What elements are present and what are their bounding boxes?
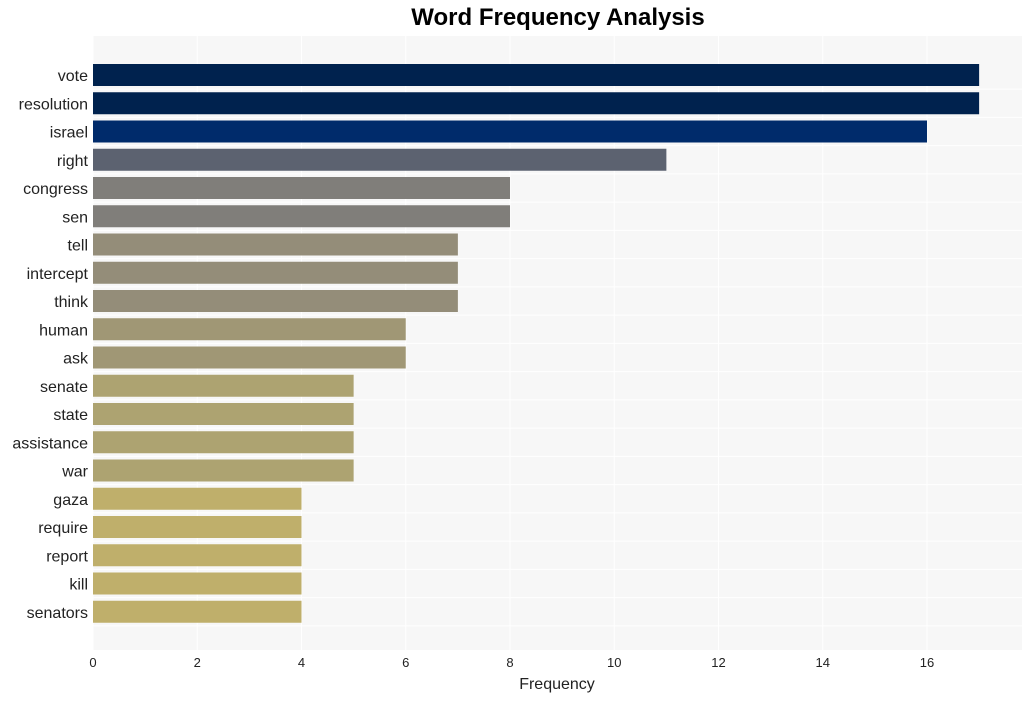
bar-senate [93,374,354,397]
y-tick-label-vote: vote [58,68,88,85]
bar-congress [93,177,510,199]
y-tick-label-war: war [61,464,88,481]
bar-senators [93,600,302,623]
y-tick-label-require: require [38,520,88,537]
bar-gaza [93,487,302,510]
y-tick-label-ask: ask [63,351,89,368]
x-tick-label-6: 6 [402,655,409,670]
bar-sen [93,205,510,228]
bar-israel [93,120,927,143]
y-tick-label-report: report [46,548,88,565]
bar-chart: vote resolution israel right congress sen tell… [12,36,1022,693]
bar-right [93,148,667,171]
x-axis-label: Frequency [519,676,595,693]
y-tick-label-think: think [54,294,89,311]
y-tick-label-tell: tell [68,238,88,255]
y-tick-label-sen: sen [62,209,88,226]
y-tick-label-israel: israel [50,125,88,142]
x-tick-label-0: 0 [89,655,96,670]
y-tick-label-kill: kill [69,577,88,594]
bar-assistance [93,431,354,454]
y-tick-label-congress: congress [23,181,88,198]
x-tick-label-4: 4 [298,655,305,670]
y-tick-label-right: right [57,153,89,170]
y-tick-label-senate: senate [40,379,88,396]
bar-think [93,290,458,312]
bar-war [93,459,354,482]
y-tick-label-intercept: intercept [27,266,89,283]
bar-require [93,516,302,538]
bar-intercept [93,261,458,284]
y-tick-label-gaza: gaza [53,492,88,509]
y-tick-labels: vote resolution israel right congress sen tell… [12,68,89,622]
x-tick-label-10: 10 [607,655,621,670]
bar-ask [93,346,406,369]
y-tick-label-assistance: assistance [12,435,88,452]
x-tick-label-16: 16 [920,655,934,670]
x-tick-label-12: 12 [711,655,725,670]
y-tick-label-state: state [53,407,88,424]
bar-human [93,318,406,341]
bar-resolution [93,92,980,115]
x-tick-labels: 0 2 4 6 8 10 12 14 16 [89,655,934,670]
y-tick-label-resolution: resolution [19,96,88,113]
x-tick-label-14: 14 [816,655,830,670]
bar-tell [93,233,458,256]
bar-report [93,544,302,567]
bar-vote [93,64,980,86]
x-tick-label-2: 2 [194,655,201,670]
bar-kill [93,572,302,595]
y-tick-label-human: human [39,322,88,339]
x-tick-label-8: 8 [506,655,513,670]
bar-state [93,403,354,425]
y-tick-label-senators: senators [27,605,88,622]
